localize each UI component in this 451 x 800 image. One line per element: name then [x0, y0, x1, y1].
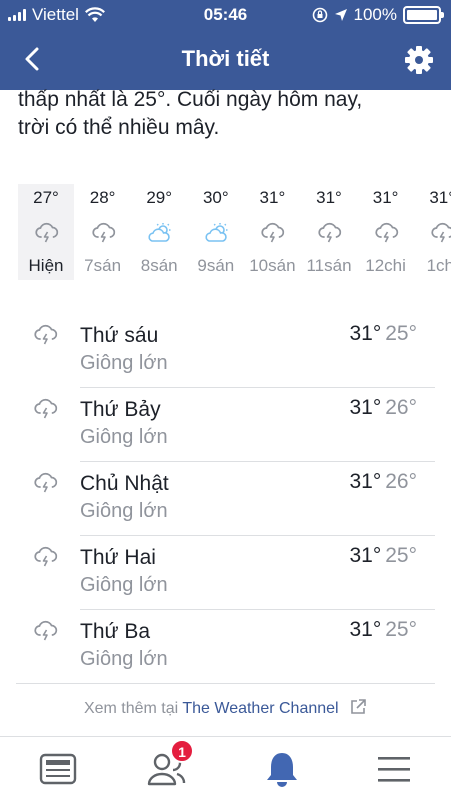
hourly-time-label: 1chi	[426, 256, 451, 275]
thunderstorm-icon	[33, 620, 58, 641]
day-temps: 31° 25°	[349, 618, 417, 642]
hourly-temp: 30°	[202, 188, 229, 207]
row-divider	[16, 683, 435, 684]
external-link-icon	[351, 699, 366, 714]
hourly-item[interactable]: 31° 1chi	[414, 184, 451, 280]
day-condition: Giông lớn	[80, 574, 168, 596]
day-name: Thứ sáu	[80, 324, 159, 347]
thunderstorm-icon	[91, 222, 117, 244]
day-low-temp: 26°	[385, 396, 417, 419]
daily-forecast-row: Thứ Ba Giông lớn 31° 25°	[0, 610, 451, 684]
thunderstorm-icon	[33, 546, 58, 567]
location-icon	[334, 9, 347, 21]
more-info-link[interactable]: Xem thêm tại The Weather Channel	[0, 698, 451, 718]
day-condition: Giông lớn	[80, 426, 168, 448]
bottom-tab-bar: 1	[0, 736, 451, 800]
weather-channel-link[interactable]: The Weather Channel	[182, 700, 338, 717]
thunderstorm-icon	[430, 222, 451, 244]
thunderstorm-icon	[33, 472, 58, 493]
thunderstorm-icon	[34, 222, 60, 244]
day-name: Thứ Ba	[80, 620, 151, 643]
settings-gear-icon[interactable]	[403, 44, 435, 76]
day-temps: 31° 25°	[349, 544, 417, 568]
thunderstorm-icon	[33, 324, 58, 345]
partly-cloudy-icon	[204, 222, 230, 244]
day-condition: Giông lớn	[80, 500, 168, 522]
notification-badge: 1	[170, 739, 194, 763]
day-high-temp: 31°	[349, 396, 382, 419]
news-feed-tab-icon[interactable]	[38, 749, 78, 789]
summary-line-2: trời có thể nhiều mây.	[18, 116, 220, 139]
day-low-temp: 26°	[385, 470, 417, 493]
menu-hamburger-icon[interactable]	[374, 749, 414, 789]
status-bar: Viettel 05:46 100%	[0, 0, 451, 30]
hourly-temp: 29°	[146, 188, 173, 207]
more-info-prefix: Xem thêm tại	[83, 700, 179, 717]
day-high-temp: 31°	[349, 618, 382, 641]
page-title: Thời tiết	[181, 46, 270, 71]
day-name: Chủ Nhật	[80, 472, 169, 495]
thunderstorm-icon	[260, 222, 286, 244]
day-temps: 31° 25°	[349, 322, 417, 346]
day-condition: Giông lớn	[80, 648, 168, 670]
day-low-temp: 25°	[385, 322, 417, 345]
partly-cloudy-icon	[147, 222, 173, 244]
daily-forecast-row: Thứ sáu Giông lớn 31° 25°	[0, 314, 451, 388]
hourly-temp: 31°	[429, 188, 451, 207]
daily-forecast-row: Chủ Nhật Giông lớn 31° 26°	[0, 462, 451, 536]
notifications-bell-icon[interactable]	[262, 749, 302, 789]
friend-requests-tab[interactable]: 1	[146, 739, 194, 789]
day-condition: Giông lớn	[80, 352, 168, 374]
day-name: Thứ Bảy	[80, 398, 161, 421]
status-right: 100%	[312, 5, 444, 25]
forecast-summary: thấp nhất là 25°. Cuối ngày hôm nay, trờ…	[18, 86, 438, 142]
hourly-forecast[interactable]: 27° Hiện 28° 7sán 29° 8sán 30° 9sán 31° 10sán 31° 1…	[18, 184, 451, 280]
day-temps: 31° 26°	[349, 396, 417, 420]
hourly-temp: 31°	[316, 188, 342, 207]
hourly-temp: 27°	[33, 188, 59, 207]
day-temps: 31° 26°	[349, 470, 417, 494]
nav-bar: Thời tiết	[0, 38, 451, 82]
thunderstorm-icon	[33, 398, 58, 419]
battery-label: 100%	[353, 5, 397, 24]
orientation-lock-icon	[312, 7, 327, 23]
day-high-temp: 31°	[349, 544, 382, 567]
summary-line-1: thấp nhất là 25°. Cuối ngày hôm nay,	[18, 88, 363, 111]
thunderstorm-icon	[374, 222, 400, 244]
app-header: Viettel 05:46 100% Thời tiết	[0, 0, 451, 90]
hourly-temp: 31°	[372, 188, 399, 207]
day-name: Thứ Hai	[80, 546, 156, 569]
hourly-temp: 28°	[89, 188, 116, 207]
daily-forecast-row: Thứ Bảy Giông lớn 31° 26°	[0, 388, 451, 462]
day-low-temp: 25°	[385, 544, 417, 567]
thunderstorm-icon	[317, 222, 343, 244]
battery-icon	[403, 6, 444, 24]
day-low-temp: 25°	[385, 618, 417, 641]
daily-forecast-row: Thứ Hai Giông lớn 31° 25°	[0, 536, 451, 610]
day-high-temp: 31°	[349, 470, 382, 493]
hourly-temp: 31°	[259, 188, 286, 207]
day-high-temp: 31°	[349, 322, 382, 345]
